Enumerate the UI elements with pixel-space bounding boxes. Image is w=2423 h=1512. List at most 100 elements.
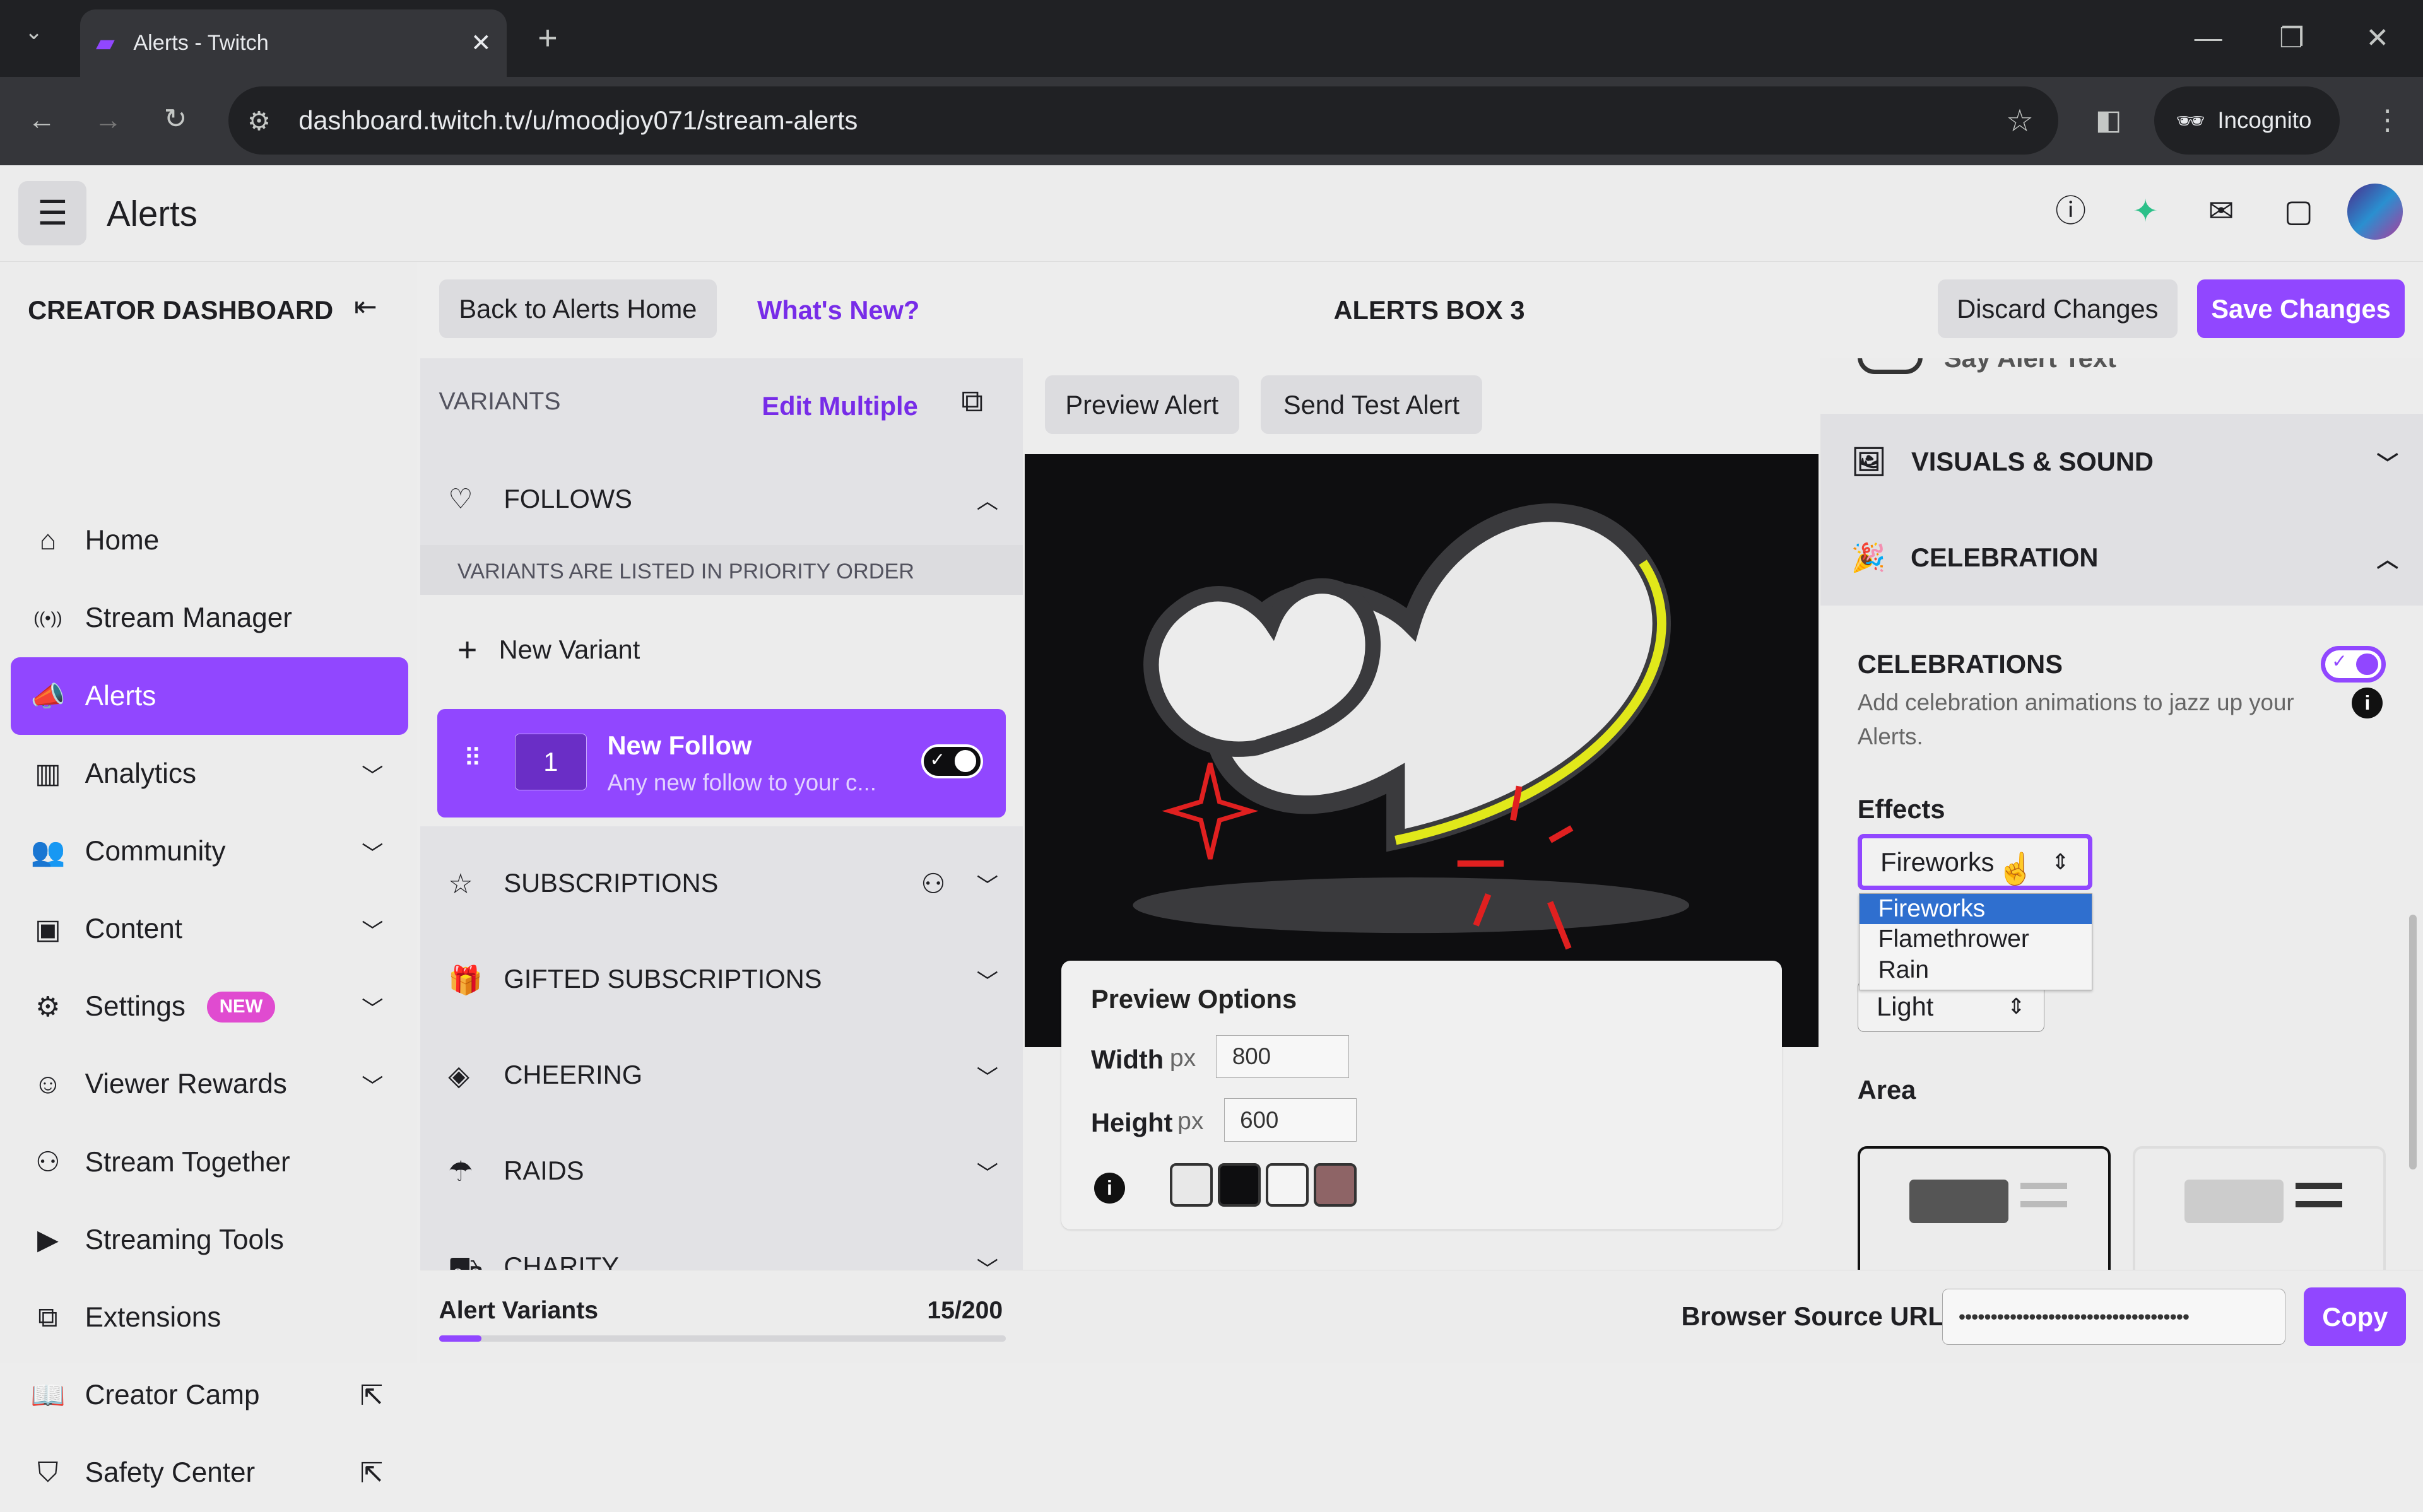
browser-source-url-input[interactable]: ••••••••••••••••••••••••••••••••••••: [1942, 1289, 2286, 1345]
sidebar-item-analytics[interactable]: ▥ Analytics ﹀: [11, 735, 408, 812]
incognito-indicator[interactable]: 🕶 Incognito: [2154, 86, 2340, 155]
sidebar-item-home[interactable]: ⌂ Home: [11, 502, 408, 579]
sidebar-item-label: Safety Center: [85, 1457, 256, 1489]
external-link-icon: ⇱: [360, 1380, 384, 1411]
sidebar-item-community[interactable]: 👥 Community ﹀: [11, 813, 408, 890]
whats-new-link[interactable]: What's New?: [757, 295, 919, 325]
sidebar-item-settings[interactable]: ⚙ Settings NEW ﹀: [11, 968, 408, 1045]
scrollbar[interactable]: [2408, 914, 2417, 1169]
copy-variant-icon[interactable]: ⧉: [961, 386, 983, 417]
sidebar-item-creator-camp[interactable]: 📖 Creator Camp ⇱: [11, 1357, 408, 1434]
visuals-sound-section-header[interactable]: 🖼 VISUALS & SOUND ﹀: [1820, 414, 2423, 510]
info-icon[interactable]: i: [2352, 687, 2383, 718]
send-test-alert-button[interactable]: Send Test Alert: [1261, 375, 1482, 435]
effects-select[interactable]: Fireworks ⇕: [1857, 834, 2092, 890]
area-option-full[interactable]: [1857, 1146, 2111, 1270]
edit-multiple-link[interactable]: Edit Multiple: [762, 391, 917, 421]
bookmark-star-icon[interactable]: ☆: [2006, 103, 2034, 139]
info-icon[interactable]: i: [1094, 1172, 1125, 1204]
drag-handle-icon[interactable]: ⠿: [464, 746, 482, 771]
sidebar-item-content[interactable]: ▣ Content ﹀: [11, 891, 408, 968]
sidebar-item-label: Stream Together: [85, 1146, 290, 1178]
forward-icon[interactable]: →: [94, 106, 122, 134]
chevron-down-icon: ﹀: [976, 1161, 999, 1186]
section-icon: ☂: [448, 1156, 473, 1187]
sidebar-item-stream-manager[interactable]: ((•)) Stream Manager: [11, 580, 408, 657]
height-input[interactable]: 600: [1223, 1098, 1357, 1142]
whispers-icon[interactable]: ▢: [2284, 196, 2313, 227]
section-header-subscriptions[interactable]: ☆ SUBSCRIPTIONS ﹀ ⚇: [420, 837, 1023, 930]
preview-alert-button[interactable]: Preview Alert: [1044, 375, 1240, 435]
help-icon[interactable]: ⓘ: [2055, 196, 2086, 227]
back-to-alerts-home-button[interactable]: Back to Alerts Home: [439, 279, 717, 339]
restore-icon[interactable]: ❐: [2279, 25, 2304, 52]
sidebar-item-extensions[interactable]: ⧉ Extensions: [11, 1279, 408, 1356]
section-header-cheering[interactable]: ◈ CHEERING ﹀: [420, 1029, 1023, 1122]
user-group-icon[interactable]: ⚇: [921, 868, 946, 900]
chevron-down-icon: ﹀: [362, 1075, 384, 1099]
preview-options-panel: Preview Options Width px 800 Height px 6…: [1061, 961, 1782, 1230]
url-input[interactable]: ⚙ dashboard.twitch.tv/u/moodjoy071/strea…: [228, 86, 2059, 155]
browser-tab[interactable]: ▰ Alerts - Twitch ✕: [80, 9, 507, 78]
minimize-icon[interactable]: —: [2195, 25, 2222, 52]
section-header-gifted-subscriptions[interactable]: 🎁 GIFTED SUBSCRIPTIONS ﹀: [420, 933, 1023, 1026]
effects-value: Fireworks: [1880, 847, 1995, 877]
dropdown-option-rain[interactable]: Rain: [1860, 955, 2092, 986]
home-icon: ⌂: [39, 525, 57, 556]
celebrations-toggle[interactable]: ✓: [2321, 645, 2386, 683]
browser-menu-icon[interactable]: ⋮: [2374, 106, 2402, 134]
dropdown-option-fireworks[interactable]: Fireworks: [1860, 893, 2092, 925]
new-variant-button[interactable]: + New Variant: [457, 630, 640, 669]
variant-card-new-follow[interactable]: ⠿ 1 New Follow Any new follow to your c.…: [437, 709, 1006, 818]
site-info-icon[interactable]: ⚙: [247, 105, 271, 136]
sidebar-item-viewer-rewards[interactable]: ☺ Viewer Rewards ﹀: [11, 1046, 408, 1123]
hamburger-menu-button[interactable]: ☰: [18, 180, 87, 246]
celebration-section-header[interactable]: 🎉 CELEBRATION ︿: [1820, 510, 2423, 606]
close-window-icon[interactable]: ✕: [2366, 25, 2389, 52]
width-input[interactable]: 800: [1216, 1034, 1349, 1079]
discard-changes-button[interactable]: Discard Changes: [1938, 279, 2178, 339]
area-option-partial[interactable]: [2132, 1146, 2386, 1270]
chevron-down-icon: ﹀: [362, 841, 384, 866]
sidebar-item-alerts[interactable]: 📣 Alerts: [11, 657, 408, 735]
intensity-value: Light: [1877, 991, 1934, 1021]
tab-search-icon[interactable]: ⌄: [25, 21, 43, 44]
back-icon[interactable]: ←: [28, 106, 56, 134]
user-avatar[interactable]: [2347, 184, 2403, 240]
follows-section-header[interactable]: ♡ FOLLOWS ︿: [420, 452, 1023, 546]
sidebar-item-label: Alerts: [85, 680, 156, 712]
variants-panel: VARIANTS Edit Multiple ⧉ ♡ FOLLOWS ︿ VARIA…: [420, 358, 1023, 1270]
chevron-down-icon: ﹀: [976, 874, 999, 899]
sidebar-item-safety-center[interactable]: ⛉ Safety Center ⇱: [11, 1434, 408, 1511]
section-header-raids[interactable]: ☂ RAIDS ﹀: [420, 1125, 1023, 1217]
people-icon: 👥: [30, 836, 66, 867]
save-changes-button[interactable]: Save Changes: [2197, 279, 2405, 339]
close-tab-icon[interactable]: ✕: [471, 29, 492, 57]
area-label: Area: [1857, 1075, 1916, 1105]
sparkle-icon[interactable]: ✦: [2133, 196, 2159, 227]
section-icon: ⛟: [448, 1251, 483, 1270]
background-swatch-white[interactable]: [1265, 1163, 1309, 1207]
say-alert-text-toggle[interactable]: [1857, 358, 1923, 374]
dropdown-option-flamethrower[interactable]: Flamethrower: [1860, 924, 2092, 955]
chevron-up-icon: ︿: [2376, 548, 2398, 573]
section-header-charity[interactable]: ⛟ CHARITY ﹀: [420, 1221, 1023, 1270]
incognito-label: Incognito: [2217, 107, 2312, 133]
rewards-icon: ☺: [33, 1069, 62, 1100]
sidebar-item-streaming-tools[interactable]: ▶ Streaming Tools: [11, 1202, 408, 1279]
new-tab-icon[interactable]: +: [538, 21, 557, 56]
sidebar-item-stream-together[interactable]: ⚇ Stream Together: [11, 1123, 408, 1200]
collapse-sidebar-icon[interactable]: ⇤: [354, 293, 377, 321]
background-swatch-black[interactable]: [1217, 1163, 1261, 1207]
variant-toggle[interactable]: ✓: [921, 744, 983, 779]
inbox-icon[interactable]: ✉: [2208, 196, 2234, 227]
side-panel-icon[interactable]: ◧: [2096, 106, 2122, 134]
effects-label: Effects: [1857, 794, 1945, 824]
reload-icon[interactable]: ↻: [164, 105, 187, 133]
settings-panel: Say Alert Text 🖼 VISUALS & SOUND ﹀ 🎉 CEL…: [1820, 358, 2423, 1270]
background-swatch-transparent[interactable]: [1169, 1163, 1213, 1207]
section-title: CHEERING: [504, 1059, 643, 1089]
copy-url-button[interactable]: Copy: [2304, 1287, 2407, 1347]
alert-variants-label: Alert Variants: [439, 1296, 599, 1324]
background-swatch-mauve[interactable]: [1313, 1163, 1357, 1207]
